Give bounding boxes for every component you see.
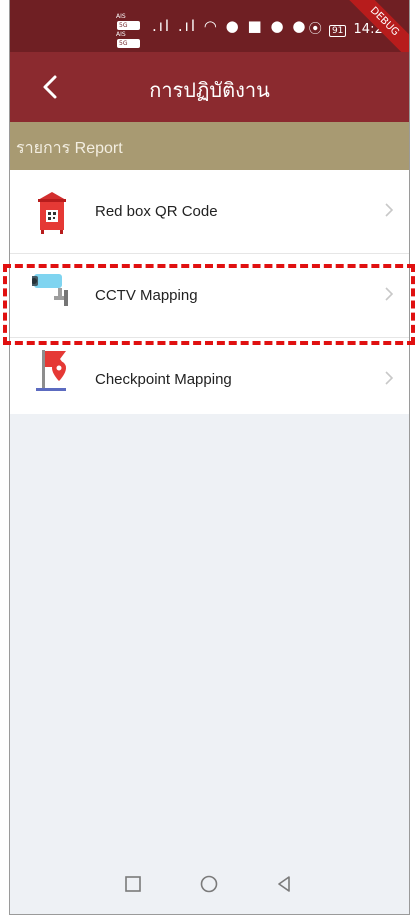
- list-item-label: Checkpoint Mapping: [95, 371, 232, 388]
- red-box-qr-icon: [38, 192, 66, 234]
- list-item-checkpoint-mapping[interactable]: Checkpoint Mapping: [10, 338, 409, 414]
- section-header: รายการ Report: [10, 122, 409, 170]
- android-nav-bar: [10, 854, 409, 914]
- location-icon: ⦿: [308, 22, 322, 37]
- app-notification-icon: ■: [247, 17, 264, 35]
- carrier-2-tag: 5G: [117, 39, 140, 48]
- app-bar: การปฏิบัติงาน: [10, 52, 409, 122]
- carrier-1: AIS: [116, 13, 126, 20]
- battery-indicator: 91: [328, 25, 347, 37]
- back-nav-icon[interactable]: [272, 872, 296, 896]
- page-title: การปฏิบัติงาน: [149, 78, 270, 102]
- section-label: รายการ Report: [16, 140, 123, 157]
- chevron-right-icon: [385, 203, 394, 217]
- checkpoint-flag-icon: [36, 350, 66, 391]
- status-bar: AIS 5G AIS 5G .ıl .ıl ◠ ● ■ ● ● ⦿ 91 14:23…: [10, 0, 409, 68]
- chevron-right-icon: [385, 287, 394, 301]
- list-item-cctv-mapping[interactable]: CCTV Mapping: [10, 254, 409, 338]
- wifi-icon: ◠: [203, 17, 219, 35]
- signal-icon-2: .ıl: [177, 17, 197, 35]
- carrier-1-tag: 5G: [117, 21, 140, 30]
- app-frame: AIS 5G AIS 5G .ıl .ıl ◠ ● ■ ● ● ⦿ 91 14:23…: [9, 0, 410, 915]
- chat-icon: ●: [225, 17, 241, 35]
- list-item-label: CCTV Mapping: [95, 287, 198, 304]
- carrier-2: AIS: [116, 31, 126, 38]
- report-list: Red box QR Code CCTV Mapping Checkpoint …: [10, 170, 409, 414]
- list-item-label: Red box QR Code: [95, 203, 218, 220]
- recent-apps-icon[interactable]: [121, 872, 145, 896]
- chevron-right-icon: [385, 371, 394, 385]
- home-icon[interactable]: [197, 872, 221, 896]
- message-icon: ●: [292, 17, 308, 35]
- status-icons: .ıl .ıl ◠ ● ■ ● ●: [152, 17, 307, 35]
- signal-icon: .ıl: [152, 17, 172, 35]
- carrier-info: AIS 5G AIS 5G: [116, 12, 140, 48]
- cctv-camera-icon: [32, 274, 68, 306]
- list-item-red-box-qr[interactable]: Red box QR Code: [10, 170, 409, 254]
- line-icon: ●: [270, 17, 286, 35]
